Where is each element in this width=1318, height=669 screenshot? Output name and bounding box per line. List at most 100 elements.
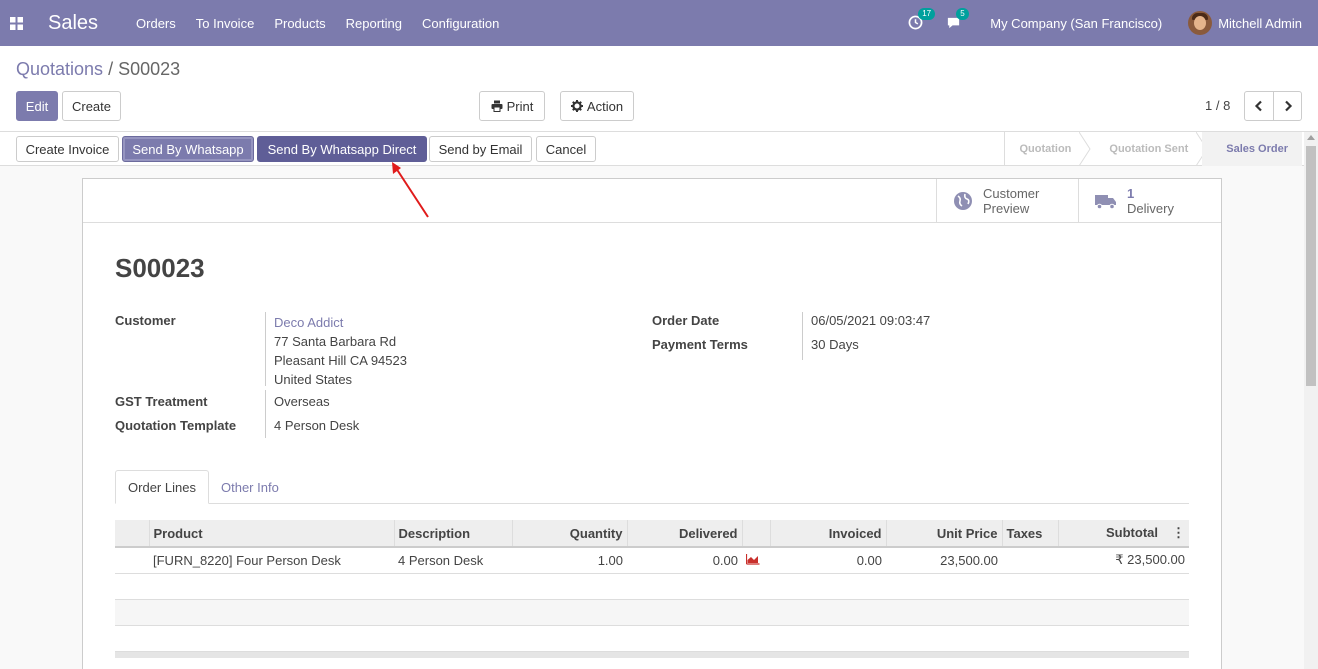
order-date-value[interactable]: 06/05/2021 09:03:47 xyxy=(811,313,930,328)
print-label: Print xyxy=(506,98,534,114)
delivery-button[interactable]: 1 Delivery xyxy=(1078,179,1221,222)
print-icon xyxy=(491,100,503,112)
breadcrumb-current: S00023 xyxy=(118,59,181,79)
quotation-template-value[interactable]: 4 Person Desk xyxy=(274,418,359,433)
navbar-systray: 17 5 My Company (San Francisco) Mitchell… xyxy=(908,0,1302,46)
truck-icon xyxy=(1095,194,1116,209)
tab-order-lines[interactable]: Order Lines xyxy=(115,470,209,504)
column-options-kebab-icon[interactable]: ⋮ xyxy=(1172,525,1185,541)
customer-address-line1: 77 Santa Barbara Rd xyxy=(274,334,397,349)
subtotal-column-header[interactable]: Subtotal ⋮ xyxy=(1057,520,1189,548)
row-delivered[interactable]: 0.00 xyxy=(627,547,742,574)
gst-treatment-value[interactable]: Overseas xyxy=(274,394,330,409)
customer-link[interactable]: Deco Addict xyxy=(274,313,407,332)
menu-to-invoice[interactable]: To Invoice xyxy=(196,16,255,31)
stage-quotation[interactable]: Quotation xyxy=(1005,132,1092,166)
empty-row xyxy=(115,573,1189,600)
row-handle xyxy=(115,547,149,574)
forecast-column-header xyxy=(741,520,770,548)
row-subtotal: ₹ 23,500.00 xyxy=(1058,547,1189,574)
payment-terms-value[interactable]: 30 Days xyxy=(811,337,859,352)
send-by-whatsapp-direct-button[interactable]: Send By Whatsapp Direct xyxy=(257,136,427,162)
delivered-column-header[interactable]: Delivered xyxy=(626,520,742,548)
field-divider xyxy=(265,312,266,386)
menu-orders[interactable]: Orders xyxy=(136,16,176,31)
edit-button[interactable]: Edit xyxy=(16,91,58,121)
forecast-chart-icon[interactable] xyxy=(742,547,770,574)
page-scrollbar[interactable] xyxy=(1304,132,1318,669)
quotation-template-label: Quotation Template xyxy=(115,418,237,433)
order-name-title: S00023 xyxy=(115,253,205,283)
handle-column-header xyxy=(115,520,149,548)
pager-value[interactable]: 1 / 8 xyxy=(1205,98,1230,113)
smart-button-box: Customer Preview 1 Delivery xyxy=(83,179,1221,223)
order-date-label: Order Date xyxy=(652,313,720,328)
breadcrumb-separator: / xyxy=(108,59,114,79)
table-header-row: Product Description Quantity Delivered I… xyxy=(115,520,1189,548)
gst-treatment-label: GST Treatment xyxy=(115,394,208,409)
taxes-column-header[interactable]: Taxes xyxy=(1001,520,1058,548)
subtotal-header-label: Subtotal xyxy=(1106,525,1158,540)
stage-quotation-sent[interactable]: Quotation Sent xyxy=(1085,132,1208,166)
notebook-tabs: Order Lines Other Info xyxy=(115,470,1189,504)
row-unit-price[interactable]: 23,500.00 xyxy=(886,547,1002,574)
invoiced-column-header[interactable]: Invoiced xyxy=(769,520,886,548)
messages-count-badge: 5 xyxy=(956,8,969,20)
company-switcher[interactable]: My Company (San Francisco) xyxy=(990,16,1162,31)
product-column-header[interactable]: Product xyxy=(148,520,394,548)
chevron-right-icon xyxy=(1284,100,1292,112)
row-description[interactable]: 4 Person Desk xyxy=(394,547,512,574)
control-panel: Quotations / S00023 Edit Create Print Acti… xyxy=(0,46,1318,132)
create-invoice-button[interactable]: Create Invoice xyxy=(16,136,119,162)
action-button[interactable]: Action xyxy=(560,91,634,121)
row-invoiced[interactable]: 0.00 xyxy=(770,547,886,574)
tab-other-info[interactable]: Other Info xyxy=(221,470,279,504)
table-row[interactable]: [FURN_8220] Four Person Desk 4 Person De… xyxy=(115,547,1189,574)
status-stages: Quotation Quotation Sent Sales Order xyxy=(1004,132,1302,166)
menu-reporting[interactable]: Reporting xyxy=(346,16,402,31)
field-divider xyxy=(265,390,266,438)
scroll-up-arrow-icon[interactable] xyxy=(1307,135,1315,140)
description-column-header[interactable]: Description xyxy=(393,520,512,548)
menu-configuration[interactable]: Configuration xyxy=(422,16,499,31)
table-footer xyxy=(115,652,1189,658)
order-lines-table: Product Description Quantity Delivered I… xyxy=(115,520,1189,652)
customer-label: Customer xyxy=(115,313,176,328)
activity-clock-icon[interactable]: 17 xyxy=(908,8,936,31)
menu-products[interactable]: Products xyxy=(274,16,325,31)
empty-row xyxy=(115,599,1189,626)
scrollbar-thumb[interactable] xyxy=(1306,146,1316,386)
quantity-column-header[interactable]: Quantity xyxy=(511,520,627,548)
delivery-count: 1 xyxy=(1127,185,1135,201)
breadcrumb-quotations-link[interactable]: Quotations xyxy=(16,59,103,79)
breadcrumb: Quotations / S00023 xyxy=(16,59,180,80)
globe-icon xyxy=(954,191,972,210)
field-divider xyxy=(802,312,803,360)
unit-price-column-header[interactable]: Unit Price xyxy=(885,520,1002,548)
customer-preview-line2: Preview xyxy=(983,200,1030,216)
cancel-button[interactable]: Cancel xyxy=(536,136,596,162)
create-button[interactable]: Create xyxy=(62,91,121,121)
row-taxes[interactable] xyxy=(1002,547,1058,574)
stage-sales-order[interactable]: Sales Order xyxy=(1202,132,1302,166)
customer-preview-button[interactable]: Customer Preview xyxy=(936,179,1078,222)
stage-sales-order-label: Sales Order xyxy=(1226,143,1288,155)
customer-field[interactable]: Deco Addict 77 Santa Barbara Rd Pleasant… xyxy=(274,313,407,389)
user-menu[interactable]: Mitchell Admin xyxy=(1218,16,1302,31)
pager-next-button[interactable] xyxy=(1273,91,1302,121)
row-quantity[interactable]: 1.00 xyxy=(512,547,627,574)
pager-previous-button[interactable] xyxy=(1244,91,1274,121)
activity-count-badge: 17 xyxy=(918,8,936,20)
apps-menu-icon[interactable] xyxy=(0,0,32,46)
gear-icon xyxy=(570,100,583,112)
app-name[interactable]: Sales xyxy=(48,12,98,35)
send-by-email-button[interactable]: Send by Email xyxy=(429,136,532,162)
send-by-whatsapp-button[interactable]: Send By Whatsapp xyxy=(122,136,254,162)
row-product[interactable]: [FURN_8220] Four Person Desk xyxy=(149,547,394,574)
print-button[interactable]: Print xyxy=(479,91,545,121)
messages-chat-icon[interactable]: 5 xyxy=(946,8,969,31)
form-sheet: Customer Preview 1 Delivery S00023 Custo… xyxy=(82,178,1222,669)
customer-address-line3: United States xyxy=(274,372,353,387)
user-avatar[interactable] xyxy=(1188,11,1213,35)
top-navbar: Sales Orders To Invoice Products Reporti… xyxy=(0,0,1318,46)
